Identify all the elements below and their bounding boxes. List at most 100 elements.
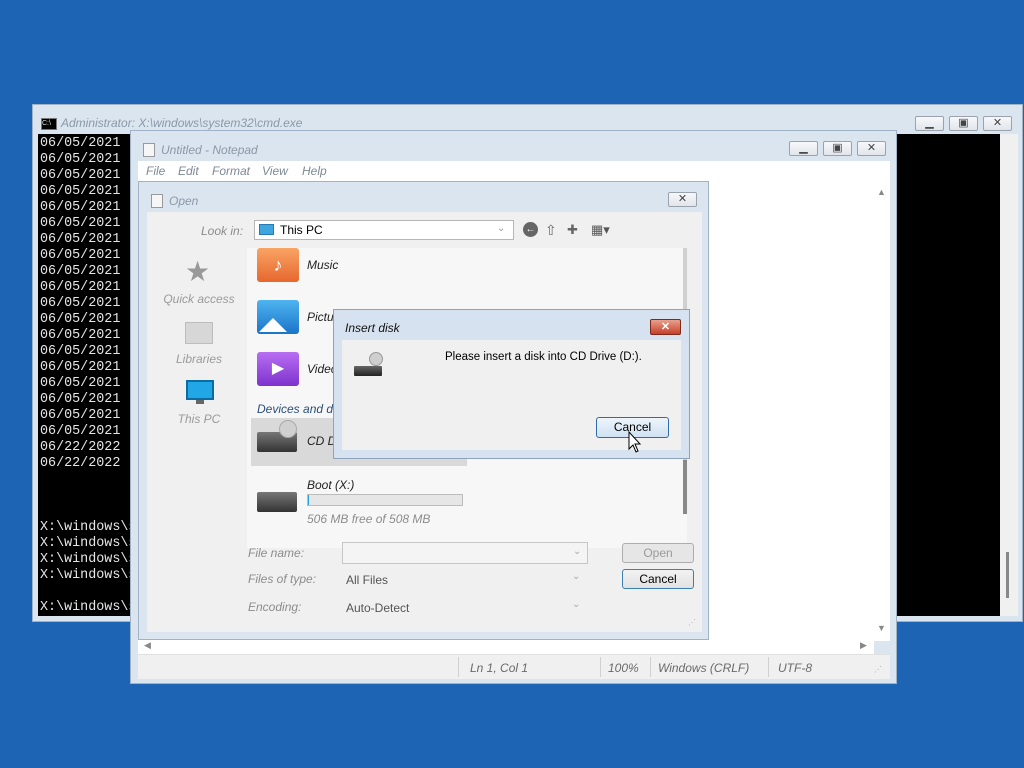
resize-grip-icon[interactable]: ⋰: [874, 665, 882, 674]
cmd-icon: C:\: [41, 118, 57, 130]
look-in-label: Look in:: [201, 224, 244, 238]
status-separator: [768, 657, 769, 677]
menu-bar: File Edit Format View Help: [138, 161, 890, 181]
drive-boot-free: 506 MB free of 508 MB: [307, 512, 431, 526]
drive-boot-label[interactable]: Boot (X:): [307, 478, 354, 492]
mouse-cursor-icon: [628, 431, 642, 453]
console-line: 06/05/2021: [40, 200, 121, 215]
maximize-button[interactable]: ▣: [823, 141, 852, 156]
computer-icon: [259, 224, 274, 235]
libraries-icon: [185, 322, 213, 344]
up-folder-icon[interactable]: ⇧: [545, 222, 557, 239]
status-separator: [458, 657, 459, 677]
console-line: 06/05/2021: [40, 136, 121, 151]
console-line: 06/05/2021: [40, 344, 121, 359]
console-line: 06/22/2022: [40, 440, 121, 455]
status-position: Ln 1, Col 1: [470, 661, 529, 675]
minimize-button[interactable]: ▁: [789, 141, 818, 156]
computer-icon: [186, 380, 214, 400]
open-button[interactable]: Open: [622, 543, 694, 563]
minimize-button[interactable]: ▁: [915, 116, 944, 131]
files-of-type-dropdown[interactable]: All Files ⌄: [342, 568, 588, 590]
star-icon: ★: [185, 256, 211, 287]
status-encoding: UTF-8: [778, 661, 812, 675]
scroll-right-icon[interactable]: ▶: [860, 640, 867, 651]
chevron-down-icon[interactable]: ⌄: [573, 546, 581, 557]
look-in-dropdown[interactable]: This PC ⌄: [254, 220, 514, 240]
scroll-down-icon[interactable]: ▼: [877, 623, 886, 633]
folder-music[interactable]: Music: [307, 258, 338, 272]
insert-disk-message: Please insert a disk into CD Drive (D:).: [445, 351, 642, 363]
close-button[interactable]: ✕: [650, 319, 681, 335]
console-prompt: X:\windows\s: [40, 552, 137, 567]
mountain-shape: [259, 318, 287, 332]
section-header-devices: Devices and d: [257, 402, 334, 416]
console-prompt: X:\windows\s: [40, 536, 137, 551]
cd-drive-icon: [354, 366, 382, 376]
cmd-title: Administrator: X:\windows\system32\cmd.e…: [61, 116, 303, 130]
console-line: 06/05/2021: [40, 392, 121, 407]
encoding-dropdown[interactable]: Auto-Detect ⌄: [342, 596, 588, 618]
music-folder-icon: ♪: [257, 248, 299, 282]
new-folder-icon[interactable]: ✚: [567, 222, 578, 238]
file-name-input[interactable]: ⌄: [342, 542, 588, 564]
console-line: 06/05/2021: [40, 248, 121, 263]
horizontal-scrollbar[interactable]: ◀ ▶: [138, 638, 874, 654]
menu-format[interactable]: Format: [212, 164, 250, 178]
notepad-icon: [143, 143, 155, 157]
scroll-left-icon[interactable]: ◀: [144, 640, 151, 651]
place-quick-access[interactable]: Quick access: [153, 292, 245, 306]
console-line: 06/22/2022: [40, 456, 121, 471]
files-of-type-value: All Files: [346, 573, 389, 587]
files-of-type-label: Files of type:: [248, 572, 317, 586]
console-line: 06/05/2021: [40, 360, 121, 375]
monitor-stand: [196, 400, 204, 404]
close-button[interactable]: ✕: [857, 141, 886, 156]
cmd-scrollbar[interactable]: [1000, 134, 1018, 616]
menu-view[interactable]: View: [262, 164, 288, 178]
console-line: 06/05/2021: [40, 424, 121, 439]
menu-file[interactable]: File: [146, 164, 165, 178]
scrollbar-thumb[interactable]: [1006, 552, 1009, 598]
place-libraries[interactable]: Libraries: [153, 352, 245, 366]
notepad-title: Untitled - Notepad: [161, 143, 258, 157]
status-separator: [600, 657, 601, 677]
encoding-value: Auto-Detect: [346, 601, 410, 615]
scroll-up-icon[interactable]: ▲: [877, 187, 886, 197]
view-menu-icon[interactable]: ▦▾: [591, 222, 610, 238]
console-line: 06/05/2021: [40, 216, 121, 231]
close-button[interactable]: ✕: [983, 116, 1012, 131]
status-zoom: 100%: [608, 661, 639, 675]
console-line: 06/05/2021: [40, 264, 121, 279]
disc-icon: [279, 420, 297, 438]
console-prompt: X:\windows\s: [40, 568, 137, 583]
pictures-folder-icon: [257, 300, 299, 334]
console-line: 06/05/2021: [40, 408, 121, 423]
place-this-pc[interactable]: This PC: [153, 412, 245, 426]
status-separator: [650, 657, 651, 677]
disc-icon: [369, 352, 383, 366]
notepad-icon: [151, 194, 163, 208]
chevron-down-icon: ⌄: [497, 223, 506, 234]
console-line: 06/05/2021: [40, 296, 121, 311]
menu-edit[interactable]: Edit: [178, 164, 199, 178]
drive-cd-label: CD D: [307, 434, 337, 448]
console-line: 06/05/2021: [40, 376, 121, 391]
close-button[interactable]: ✕: [668, 192, 697, 207]
file-name-label: File name:: [248, 546, 305, 560]
resize-grip-icon[interactable]: ⋰: [688, 618, 696, 627]
maximize-button[interactable]: ▣: [949, 116, 978, 131]
encoding-label: Encoding:: [248, 600, 302, 614]
console-prompt: X:\windows\s: [40, 600, 137, 615]
look-in-value: This PC: [280, 223, 323, 237]
scrollbar-thumb[interactable]: [683, 460, 687, 514]
menu-help[interactable]: Help: [302, 164, 327, 178]
console-line: 06/05/2021: [40, 152, 121, 167]
status-line-ending: Windows (CRLF): [658, 661, 750, 675]
drive-usage-fill: [308, 495, 309, 505]
back-icon[interactable]: ←: [523, 222, 538, 237]
cancel-button[interactable]: Cancel: [622, 569, 694, 589]
insert-disk-title: Insert disk: [345, 321, 400, 335]
vertical-scrollbar[interactable]: ▲ ▼: [874, 181, 890, 638]
console-line: 06/05/2021: [40, 184, 121, 199]
